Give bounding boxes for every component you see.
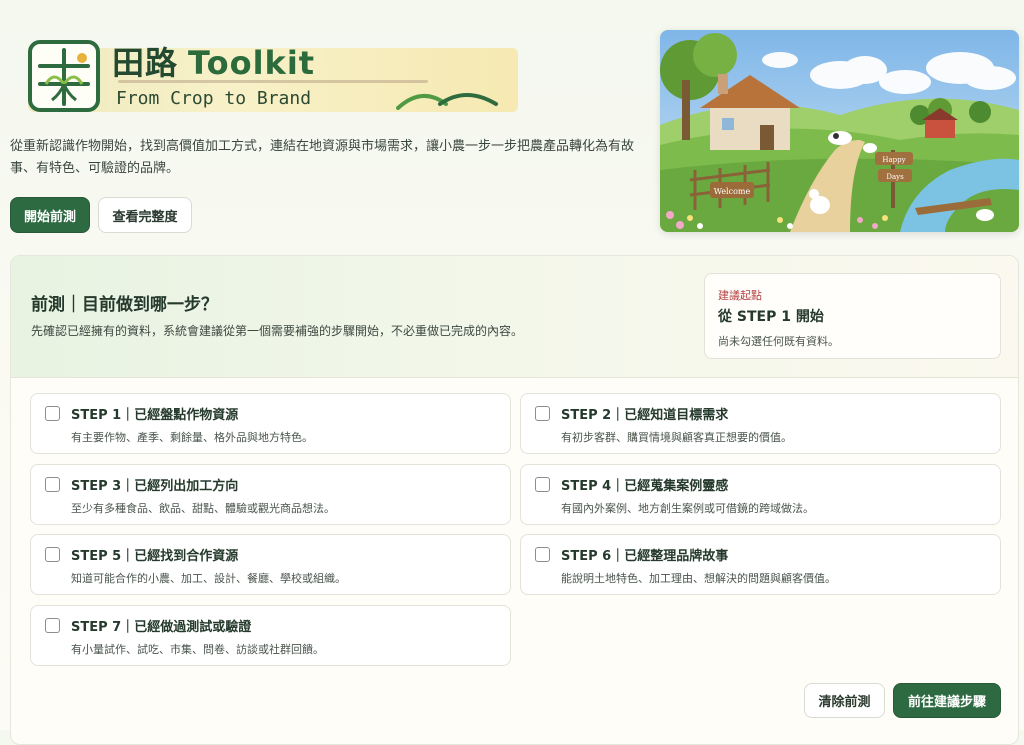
- step-checkbox[interactable]: [535, 547, 550, 562]
- step-card-6[interactable]: STEP 6｜已經整理品牌故事 能說明土地特色、加工理由、想解決的問題與顧客價值…: [520, 534, 1001, 595]
- suggested-start-card: 建議起點 從 STEP 1 開始 尚未勾選任何既有資料。: [704, 273, 1001, 359]
- step-title: STEP 7｜已經做過測試或驗證: [71, 620, 252, 635]
- step-checkbox[interactable]: [45, 477, 60, 492]
- step-title: STEP 3｜已經列出加工方向: [71, 479, 239, 494]
- clear-pretest-button[interactable]: 清除前測: [804, 683, 885, 718]
- step-description: 有小量試作、試吃、市集、問卷、訪談或社群回饋。: [71, 643, 324, 656]
- step-description: 知道可能合作的小農、加工、設計、餐廳、學校或組織。: [71, 572, 346, 585]
- hero-description: 從重新認識作物開始，找到高價值加工方式，連結在地資源與市場需求，讓小農一步一步把…: [10, 139, 635, 176]
- step-card-7[interactable]: STEP 7｜已經做過測試或驗證 有小量試作、試吃、市集、問卷、訪談或社群回饋。: [30, 605, 511, 666]
- farm-illustration: Welcome Happy Days: [660, 30, 1019, 232]
- step-description: 有國內外案例、地方創生案例或可借鏡的跨域做法。: [561, 502, 814, 515]
- step-checkbox[interactable]: [535, 477, 550, 492]
- suggested-start-note: 尚未勾選任何既有資料。: [718, 335, 839, 348]
- suggested-start-value: 從 STEP 1 開始: [718, 309, 824, 325]
- step-card-3[interactable]: STEP 3｜已經列出加工方向 至少有多種食品、飲品、甜點、體驗或觀光商品想法。: [30, 464, 511, 525]
- step-description: 有初步客群、購買情境與顧客真正想要的價值。: [561, 431, 792, 444]
- step-card-4[interactable]: STEP 4｜已經蒐集案例靈感 有國內外案例、地方創生案例或可借鏡的跨域做法。: [520, 464, 1001, 525]
- step-description: 有主要作物、產季、剩餘量、格外品與地方特色。: [71, 431, 313, 444]
- step-title: STEP 1｜已經盤點作物資源: [71, 408, 239, 423]
- logo-icon: [28, 40, 100, 112]
- step-title: STEP 5｜已經找到合作資源: [71, 549, 239, 564]
- step-card-1[interactable]: STEP 1｜已經盤點作物資源 有主要作物、產季、剩餘量、格外品與地方特色。: [30, 393, 511, 454]
- step-card-5[interactable]: STEP 5｜已經找到合作資源 知道可能合作的小農、加工、設計、餐廳、學校或組織…: [30, 534, 511, 595]
- step-checkbox[interactable]: [45, 618, 60, 633]
- brand-title-cn: 田路: [112, 44, 179, 82]
- hills-icon: [396, 93, 498, 110]
- brand-logo: 田路 Toolkit From Crop to Brand: [28, 40, 518, 114]
- pretest-title: 前測｜目前做到哪一步？: [31, 295, 218, 315]
- step-title: STEP 6｜已經整理品牌故事: [561, 549, 729, 564]
- step-title: STEP 2｜已經知道目標需求: [561, 408, 729, 423]
- step-checkbox[interactable]: [45, 547, 60, 562]
- step-title: STEP 4｜已經蒐集案例靈感: [561, 479, 729, 494]
- step-description: 至少有多種食品、飲品、甜點、體驗或觀光商品想法。: [71, 502, 335, 515]
- brand-subtitle: From Crop to Brand: [116, 88, 312, 109]
- start-pretest-button[interactable]: 開始前測: [10, 197, 90, 233]
- brand-title: 田路 Toolkit: [112, 38, 315, 84]
- go-suggested-step-button[interactable]: 前往建議步驟: [893, 683, 1001, 718]
- view-completeness-button[interactable]: 查看完整度: [98, 197, 192, 233]
- step-checkbox[interactable]: [535, 406, 550, 421]
- pretest-header: 前測｜目前做到哪一步？ 先確認已經擁有的資料，系統會建議從第一個需要補強的步驟開…: [11, 256, 1018, 378]
- step-card-2[interactable]: STEP 2｜已經知道目標需求 有初步客群、購買情境與顧客真正想要的價值。: [520, 393, 1001, 454]
- welcome-sign-text: Welcome: [714, 187, 751, 196]
- suggested-start-label: 建議起點: [718, 289, 762, 302]
- pretest-description: 先確認已經擁有的資料，系統會建議從第一個需要補強的步驟開始，不必重做已完成的內容…: [31, 324, 524, 338]
- happy-sign-text: Happy: [882, 156, 905, 164]
- days-sign-text: Days: [886, 173, 904, 181]
- brand-title-en: Toolkit: [188, 44, 316, 82]
- pretest-panel: 前測｜目前做到哪一步？ 先確認已經擁有的資料，系統會建議從第一個需要補強的步驟開…: [10, 255, 1019, 745]
- step-description: 能說明土地特色、加工理由、想解決的問題與顧客價值。: [561, 572, 836, 585]
- step-checkbox[interactable]: [45, 406, 60, 421]
